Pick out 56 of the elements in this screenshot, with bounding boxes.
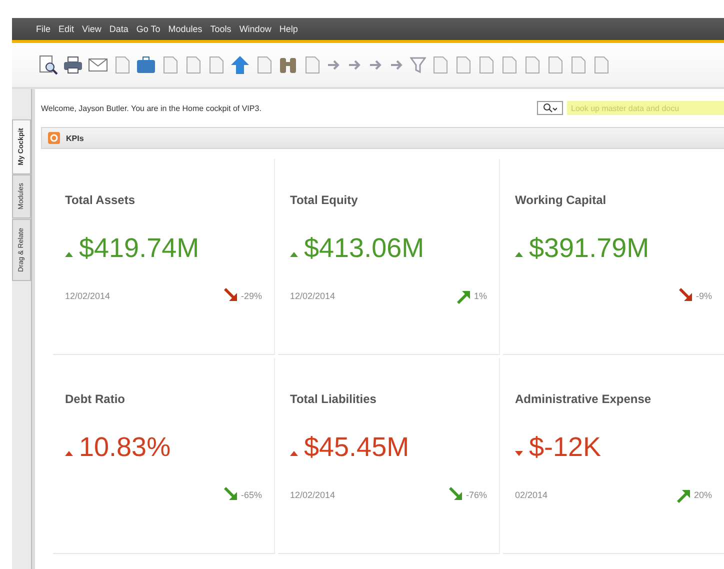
kpi-change: -76%	[466, 490, 487, 500]
page-icon[interactable]	[592, 55, 610, 75]
kpi-change: -65%	[240, 490, 262, 500]
gear-icon	[48, 132, 60, 144]
menu-item[interactable]: Tools	[210, 24, 232, 34]
funnel-icon[interactable]	[410, 55, 426, 75]
page-icon[interactable]	[161, 55, 179, 75]
kpi-title: Administrative Expense	[515, 392, 652, 406]
kpi-change: -29%	[240, 291, 262, 301]
kpi-value: $-12K	[529, 432, 602, 463]
menu-item[interactable]: Data	[109, 24, 128, 34]
panel-title: KPIs	[66, 134, 84, 142]
kpi-title: Working Capital	[515, 193, 608, 207]
printer-icon[interactable]	[63, 55, 83, 75]
page-icon[interactable]	[454, 55, 472, 75]
kpi-value: $413.06M	[304, 233, 424, 264]
kpi-date: 12/02/2014	[290, 291, 336, 301]
kpi-date: 12/02/2014	[65, 291, 110, 301]
kpi-value: $391.79M	[529, 233, 650, 264]
kpi-title: Total Assets	[65, 193, 136, 207]
menu-item[interactable]: View	[82, 24, 102, 34]
welcome-text: Welcome, Jayson Butler. You are in the Home cockpit of VIP3.	[41, 104, 262, 112]
kpi-title: Debt Ratio	[65, 392, 126, 406]
page-icon[interactable]	[207, 55, 225, 75]
kpi-title: Total Liabilities	[290, 392, 378, 406]
kpi-value: $45.45M	[304, 432, 410, 463]
page-icon[interactable]	[523, 55, 541, 75]
kpi-date: 12/02/2014	[290, 490, 336, 500]
menu-item[interactable]: Modules	[168, 24, 202, 34]
kpi-change: -9%	[696, 291, 712, 301]
kpi-title: Total Equity	[290, 193, 359, 207]
menu-item[interactable]: Window	[239, 24, 272, 34]
search-field[interactable]: Look up master data and docu	[567, 101, 724, 115]
kpi-change: 1%	[474, 291, 487, 301]
briefcase-icon[interactable]	[136, 55, 156, 75]
menu-item[interactable]: File	[36, 24, 51, 34]
page-icon[interactable]	[303, 55, 321, 75]
page-icon[interactable]	[113, 55, 131, 75]
page-search-icon[interactable]	[38, 55, 58, 75]
page-icon[interactable]	[184, 55, 202, 75]
page-icon[interactable]	[431, 55, 449, 75]
menu-item[interactable]: Help	[279, 24, 298, 34]
kpi-value: 10.83%	[79, 432, 171, 463]
page-icon[interactable]	[255, 55, 273, 75]
menu-item[interactable]: Edit	[58, 24, 74, 34]
page-icon[interactable]	[569, 55, 587, 75]
page-icon[interactable]	[477, 55, 495, 75]
search-icon	[543, 103, 557, 113]
up-arrow-icon[interactable]	[230, 55, 250, 75]
menu-item[interactable]: Go To	[136, 24, 160, 34]
kpi-change: 20%	[694, 490, 712, 500]
page-icon[interactable]	[546, 55, 564, 75]
page-icon[interactable]	[500, 55, 518, 75]
search-button[interactable]	[537, 101, 563, 115]
kpi-value: $419.74M	[79, 233, 200, 264]
kpi-date: 02/2014	[515, 490, 548, 500]
